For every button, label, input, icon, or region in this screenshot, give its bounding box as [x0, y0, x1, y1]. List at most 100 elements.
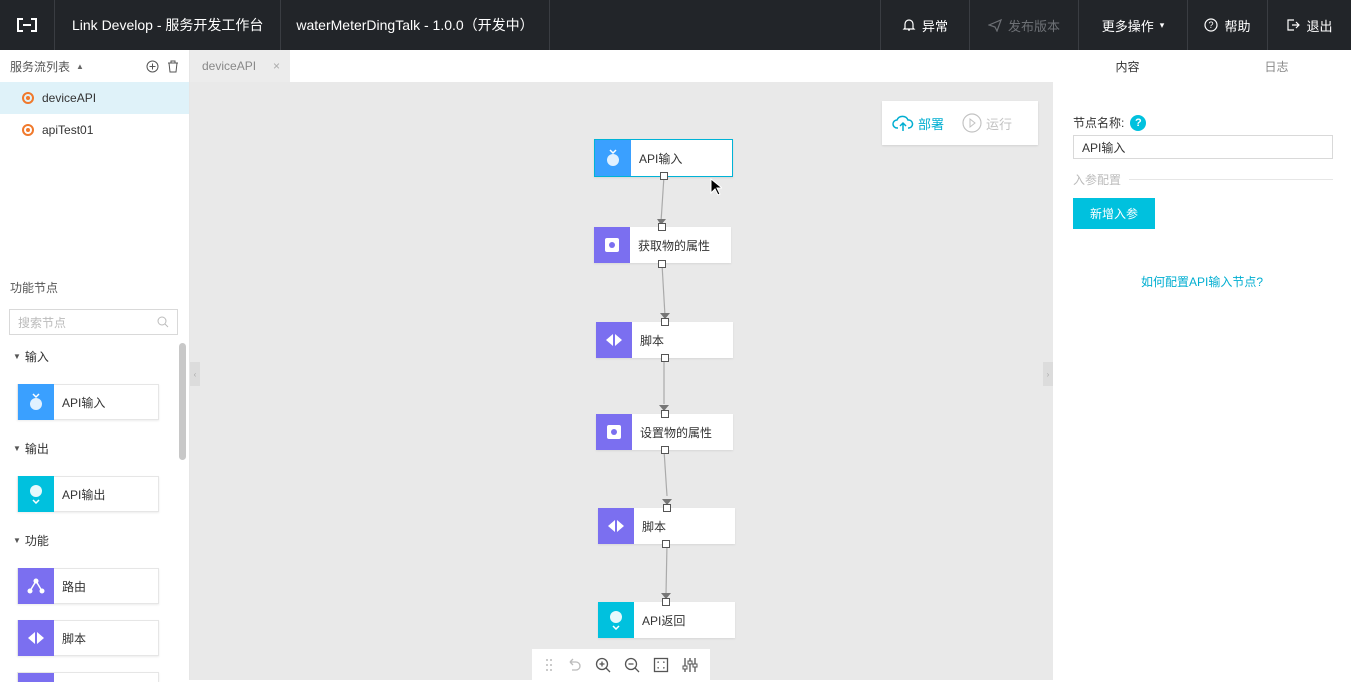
- help-button[interactable]: ? 帮助: [1187, 0, 1267, 50]
- more-actions-label: 更多操作: [1101, 18, 1154, 34]
- help-circle-icon: ?: [1204, 18, 1219, 32]
- section-input[interactable]: ▼ 输入: [13, 348, 49, 365]
- chevron-down-icon: ▾: [1159, 19, 1165, 30]
- mouse-cursor-icon: [710, 178, 722, 196]
- flow-item-deviceapi[interactable]: deviceAPI: [0, 82, 189, 114]
- api-input-icon: [18, 384, 54, 420]
- undo-icon[interactable]: [566, 658, 582, 672]
- palette-node-router[interactable]: 路由: [17, 568, 159, 604]
- output-port[interactable]: [658, 260, 666, 268]
- partial-node-icon: [18, 673, 54, 682]
- api-output-icon: [18, 476, 54, 512]
- input-port[interactable]: [658, 223, 666, 231]
- function-nodes-title: 功能节点: [10, 281, 59, 295]
- section-title: 输入: [24, 350, 49, 364]
- palette-node-partial[interactable]: [17, 672, 159, 682]
- close-icon[interactable]: ×: [273, 59, 280, 73]
- thing-property-icon: [594, 227, 630, 263]
- zoom-in-icon[interactable]: [595, 657, 611, 673]
- flow-status-icon: [22, 124, 34, 136]
- search-placeholder: 搜索节点: [18, 315, 67, 330]
- fit-screen-icon[interactable]: [653, 657, 669, 673]
- flow-node-get-thing-property[interactable]: 获取物的属性: [594, 227, 731, 263]
- output-port[interactable]: [660, 172, 668, 180]
- script-icon: [596, 322, 632, 358]
- caret-down-icon: ▼: [13, 536, 21, 545]
- script-icon: [18, 620, 54, 656]
- router-icon: [18, 568, 54, 604]
- paper-plane-icon: [987, 18, 1002, 32]
- tab-deviceapi[interactable]: deviceAPI ×: [190, 50, 290, 82]
- params-section-title: 入参配置: [1073, 173, 1122, 187]
- left-sidebar: 服务流列表 ▲ deviceAPI apiTest01 功能节点 搜索节点 ▼ …: [0, 50, 190, 682]
- flow-node-script-2[interactable]: 脚本: [598, 508, 735, 544]
- properties-tabs: 内容 日志: [1053, 50, 1351, 82]
- zoom-out-icon[interactable]: [624, 657, 640, 673]
- trash-icon[interactable]: [167, 60, 179, 73]
- input-port[interactable]: [661, 410, 669, 418]
- project-title: waterMeterDingTalk - 1.0.0（开发中）: [281, 0, 550, 50]
- properties-panel: 内容 日志 节点名称: ? API输入 入参配置 新增入参 如何配置API输入节…: [1053, 50, 1351, 680]
- output-port[interactable]: [661, 446, 669, 454]
- palette-node-api-input[interactable]: API输入: [17, 384, 159, 420]
- palette-node-label: API输入: [62, 395, 106, 410]
- tab-label: deviceAPI: [202, 59, 257, 73]
- node-search-input[interactable]: 搜索节点: [9, 309, 178, 335]
- tab-log[interactable]: 日志: [1202, 50, 1351, 82]
- output-port[interactable]: [661, 354, 669, 362]
- flow-node-label: API返回: [642, 613, 686, 628]
- section-output[interactable]: ▼ 输出: [13, 440, 49, 457]
- svg-text:?: ?: [1209, 20, 1214, 30]
- script-icon: [598, 508, 634, 544]
- flow-node-set-thing-property[interactable]: 设置物的属性: [596, 414, 733, 450]
- palette-node-script[interactable]: 脚本: [17, 620, 159, 656]
- layout-settings-icon[interactable]: [682, 657, 698, 673]
- bell-icon: [902, 19, 916, 31]
- api-input-icon: [595, 140, 631, 176]
- thing-property-icon: [596, 414, 632, 450]
- caret-down-icon: ▼: [13, 352, 21, 361]
- palette-node-api-output[interactable]: API输出: [17, 476, 159, 512]
- add-param-button[interactable]: 新增入参: [1073, 198, 1155, 229]
- flow-node-api-return[interactable]: API返回: [598, 602, 735, 638]
- flow-item-apitest01[interactable]: apiTest01: [0, 114, 189, 146]
- canvas-toolbar: [532, 649, 710, 680]
- input-port[interactable]: [662, 598, 670, 606]
- search-icon: [157, 316, 169, 328]
- publish-button[interactable]: 发布版本: [969, 0, 1078, 50]
- flow-node-label: 获取物的属性: [638, 238, 711, 253]
- palette-node-label: 脚本: [62, 631, 87, 646]
- palette-node-label: 路由: [62, 579, 87, 594]
- params-section: 入参配置: [1073, 171, 1333, 188]
- palette-node-label: API输出: [62, 487, 106, 502]
- add-flow-icon[interactable]: [146, 60, 159, 73]
- input-port[interactable]: [663, 504, 671, 512]
- output-port[interactable]: [662, 540, 670, 548]
- section-function[interactable]: ▼ 功能: [13, 532, 49, 549]
- node-name-input[interactable]: API输入: [1073, 135, 1333, 159]
- help-label: 帮助: [1224, 18, 1251, 34]
- flow-canvas[interactable]: ‹ › 部署 运行 API输入 获取物的属性 脚本 设置物的属性 脚本 API返…: [190, 82, 1053, 680]
- drag-handle-icon[interactable]: [545, 658, 553, 672]
- exit-label: 退出: [1306, 18, 1333, 34]
- caret-down-icon: ▼: [13, 444, 21, 453]
- more-actions-button[interactable]: 更多操作 ▾: [1078, 0, 1187, 50]
- flow-node-script-1[interactable]: 脚本: [596, 322, 733, 358]
- section-divider: [1129, 179, 1333, 180]
- logo-icon[interactable]: [0, 0, 55, 50]
- caret-up-icon[interactable]: ▲: [76, 62, 84, 71]
- help-icon[interactable]: ?: [1130, 114, 1147, 131]
- flow-list-header: 服务流列表 ▲: [0, 50, 189, 82]
- alarm-button[interactable]: 异常: [880, 0, 969, 50]
- flow-item-label: deviceAPI: [42, 91, 97, 105]
- sidebar-scrollbar[interactable]: [179, 343, 186, 460]
- flow-list-title: 服务流列表: [10, 59, 71, 74]
- app-title[interactable]: Link Develop - 服务开发工作台: [55, 0, 282, 50]
- exit-button[interactable]: 退出: [1267, 0, 1351, 50]
- flow-node-label: API输入: [639, 151, 683, 166]
- tab-content[interactable]: 内容: [1053, 50, 1202, 82]
- help-link[interactable]: 如何配置API输入节点?: [1053, 273, 1351, 290]
- flow-node-label: 脚本: [642, 519, 667, 534]
- input-port[interactable]: [661, 318, 669, 326]
- section-title: 功能: [24, 534, 49, 548]
